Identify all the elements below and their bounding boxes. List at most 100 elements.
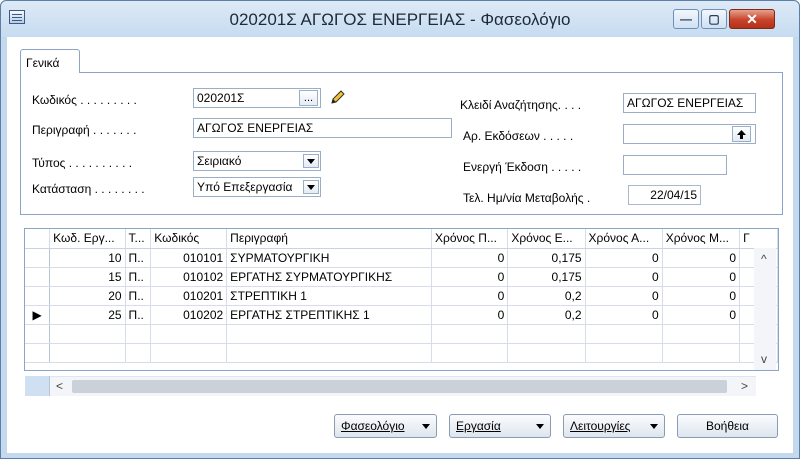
work-menu-button[interactable]: Εργασία: [449, 414, 551, 438]
cell-t[interactable]: Π..: [125, 305, 152, 325]
last-change-label: Τελ. Ημ/νία Μεταβολής .: [463, 191, 591, 205]
cell-code[interactable]: 010202: [150, 305, 228, 325]
empty-cell[interactable]: [150, 343, 228, 363]
empty-cell[interactable]: [585, 324, 663, 344]
cell-time-m[interactable]: 0: [662, 248, 741, 268]
cell-code[interactable]: 010102: [150, 267, 228, 287]
cell-work-code[interactable]: 10: [49, 248, 126, 268]
scroll-up-button[interactable]: ^: [761, 252, 767, 266]
cell-work-code[interactable]: 15: [49, 267, 126, 287]
empty-cell[interactable]: [507, 343, 586, 363]
tab-general[interactable]: Γενικά: [20, 49, 80, 73]
row-selector[interactable]: [25, 267, 51, 287]
cell-code[interactable]: 010201: [150, 286, 228, 306]
status-dropdown-arrow[interactable]: [303, 180, 319, 194]
scroll-down-button[interactable]: v: [761, 352, 767, 366]
empty-cell[interactable]: [507, 324, 586, 344]
empty-cell[interactable]: [49, 324, 126, 344]
table-row[interactable]: 15 Π.. 010102 ΕΡΓΑΤΗΣ ΣΥΡΜΑΤΟΥΡΓΙΚΗΣ 0 0…: [25, 267, 778, 287]
cell-work-code[interactable]: 20: [49, 286, 126, 306]
horizontal-scrollbar[interactable]: < >: [50, 376, 756, 396]
cell-time-e[interactable]: 0,2: [507, 305, 586, 325]
column-header-extra[interactable]: Γ: [739, 229, 778, 249]
cell-t[interactable]: Π..: [125, 286, 152, 306]
cell-description[interactable]: ΣΥΡΜΑΤΟΥΡΓΙΚΗ: [226, 248, 432, 268]
cell-code[interactable]: 010101: [150, 248, 228, 268]
row-selector[interactable]: [25, 248, 51, 268]
code-lookup-button[interactable]: ...: [299, 90, 318, 106]
search-key-label: Κλειδί Αναζήτησης. . . .: [460, 98, 582, 112]
empty-cell[interactable]: [585, 343, 663, 363]
horizontal-scroll-thumb[interactable]: [72, 380, 727, 393]
column-header-time-e[interactable]: Χρόνος Ε...: [507, 229, 586, 249]
cell-work-code[interactable]: 25: [49, 305, 126, 325]
vertical-scrollbar[interactable]: ^ v: [754, 248, 776, 370]
cell-description[interactable]: ΣΤΡΕΠΤΙΚΗ 1: [226, 286, 432, 306]
empty-cell[interactable]: [431, 324, 509, 344]
phases-menu-button[interactable]: Φασεολόγιο: [334, 414, 437, 438]
versions-up-button[interactable]: [732, 126, 751, 142]
scroll-right-button[interactable]: >: [741, 379, 748, 393]
cell-t[interactable]: Π..: [125, 248, 152, 268]
empty-cell[interactable]: [226, 343, 432, 363]
table-row[interactable]: 20 Π.. 010201 ΣΤΡΕΠΤΙΚΗ 1 0 0,2 0 0: [25, 286, 778, 306]
cell-time-m[interactable]: 0: [662, 267, 741, 287]
search-key-field[interactable]: ΑΓΩΓΟΣ ΕΝΕΡΓΕΙΑΣ: [623, 93, 756, 113]
cell-description[interactable]: ΕΡΓΑΤΗΣ ΣΤΡΕΠΤΙΚΗΣ 1: [226, 305, 432, 325]
empty-cell[interactable]: [662, 343, 741, 363]
column-header-t[interactable]: Τ...: [125, 229, 152, 249]
cell-time-p[interactable]: 0: [431, 305, 509, 325]
table-row-current[interactable]: ▶ 25 Π.. 010202 ΕΡΓΑΤΗΣ ΣΤΡΕΠΤΙΚΗΣ 1 0 0…: [25, 305, 778, 325]
cell-time-p[interactable]: 0: [431, 286, 509, 306]
column-header-work-code[interactable]: Κωδ. Εργ...: [49, 229, 126, 249]
empty-cell[interactable]: [125, 343, 152, 363]
cell-time-a[interactable]: 0: [585, 305, 663, 325]
phases-grid[interactable]: Κωδ. Εργ... Τ... Κωδικός Περιγραφή Χρόνο…: [24, 228, 779, 371]
column-header-time-a[interactable]: Χρόνος Α...: [585, 229, 663, 249]
empty-cell[interactable]: [49, 343, 126, 363]
table-row[interactable]: 10 Π.. 010101 ΣΥΡΜΑΤΟΥΡΓΙΚΗ 0 0,175 0 0: [25, 248, 778, 268]
column-header-time-p[interactable]: Χρόνος Π...: [431, 229, 509, 249]
empty-cell[interactable]: [125, 324, 152, 344]
cell-time-a[interactable]: 0: [585, 286, 663, 306]
help-button[interactable]: Βοήθεια: [677, 414, 778, 438]
current-row-indicator[interactable]: ▶: [25, 305, 51, 325]
column-header-code[interactable]: Κωδικός: [150, 229, 228, 249]
cell-time-p[interactable]: 0: [431, 267, 509, 287]
cell-time-a[interactable]: 0: [585, 267, 663, 287]
empty-cell[interactable]: [226, 324, 432, 344]
status-select[interactable]: Υπό Επεξεργασία: [193, 177, 321, 197]
scroll-left-button[interactable]: <: [56, 379, 63, 393]
column-header-time-m[interactable]: Χρόνος Μ...: [662, 229, 741, 249]
empty-cell[interactable]: [662, 324, 741, 344]
work-button-label: Εργασία: [456, 419, 501, 433]
cell-time-e[interactable]: 0,175: [507, 267, 586, 287]
row-selector[interactable]: [25, 324, 51, 344]
empty-cell[interactable]: [150, 324, 228, 344]
functions-menu-button[interactable]: Λειτουργίες: [563, 414, 665, 438]
close-button[interactable]: ✕: [729, 9, 775, 29]
row-selector[interactable]: [25, 343, 51, 363]
cell-time-m[interactable]: 0: [662, 286, 741, 306]
description-label: Περιγραφή . . . . . . .: [32, 123, 137, 137]
column-header-description[interactable]: Περιγραφή: [226, 229, 432, 249]
type-dropdown-arrow[interactable]: [303, 154, 319, 168]
cell-time-p[interactable]: 0: [431, 248, 509, 268]
minimize-button[interactable]: —: [673, 9, 699, 29]
cell-time-e[interactable]: 0,175: [507, 248, 586, 268]
cell-description[interactable]: ΕΡΓΑΤΗΣ ΣΥΡΜΑΤΟΥΡΓΙΚΗΣ: [226, 267, 432, 287]
description-field[interactable]: ΑΓΩΓΟΣ ΕΝΕΡΓΕΙΑΣ: [193, 118, 452, 138]
pencil-icon[interactable]: [329, 88, 347, 106]
row-selector[interactable]: [25, 286, 51, 306]
table-row-empty[interactable]: [25, 324, 778, 344]
empty-cell[interactable]: [431, 343, 509, 363]
type-select[interactable]: Σειριακό: [193, 151, 321, 171]
active-version-field[interactable]: [623, 155, 727, 175]
title-bar[interactable]: 020201Σ ΑΓΩΓΟΣ ΕΝΕΡΓΕΙΑΣ - Φασεολόγιο — …: [1, 1, 799, 37]
table-row-empty[interactable]: [25, 343, 778, 363]
cell-time-m[interactable]: 0: [662, 305, 741, 325]
maximize-button[interactable]: ▢: [701, 9, 727, 29]
cell-time-e[interactable]: 0,2: [507, 286, 586, 306]
cell-t[interactable]: Π..: [125, 267, 152, 287]
cell-time-a[interactable]: 0: [585, 248, 663, 268]
